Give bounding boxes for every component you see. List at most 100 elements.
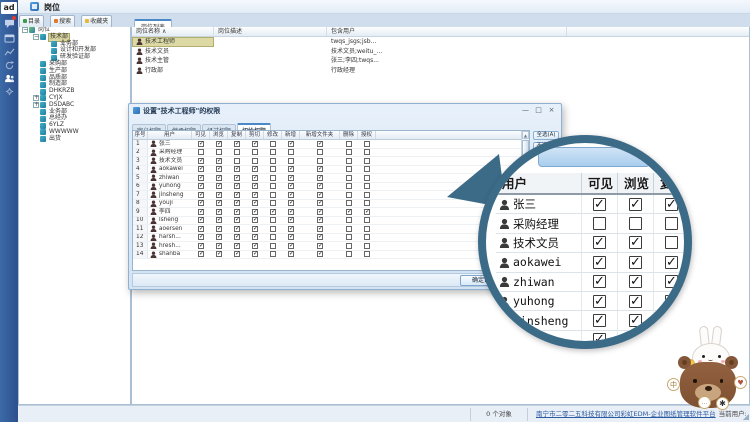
perm-checkbox[interactable]: [252, 149, 258, 155]
perm-checkbox[interactable]: [234, 158, 240, 164]
column-header[interactable]: 可见: [192, 131, 210, 139]
position-row[interactable]: 技术工程师twqs_jsgs;jsb...: [132, 37, 749, 47]
perm-checkbox[interactable]: [346, 183, 352, 189]
tree-item[interactable]: −总经办: [19, 115, 130, 122]
perm-checkbox[interactable]: [270, 141, 276, 147]
column-header[interactable]: 序号: [133, 131, 148, 139]
perm-checkbox[interactable]: [317, 217, 323, 223]
perm-checkbox[interactable]: [364, 192, 370, 198]
perm-checkbox[interactable]: [317, 243, 323, 249]
perm-checkbox[interactable]: [234, 183, 240, 189]
tree-item[interactable]: −业务部: [19, 109, 130, 116]
perm-checkbox[interactable]: [252, 209, 258, 215]
perm-checkbox[interactable]: [234, 141, 240, 147]
perm-checkbox[interactable]: [288, 166, 294, 172]
panel-icon[interactable]: [0, 32, 18, 44]
permission-row[interactable]: 13hresh...: [133, 242, 529, 251]
dots-badge[interactable]: …: [698, 396, 711, 409]
scroll-up-icon[interactable]: ▲: [522, 131, 529, 139]
perm-checkbox[interactable]: [364, 166, 370, 172]
perm-checkbox[interactable]: [234, 166, 240, 172]
perm-checkbox[interactable]: [234, 209, 240, 215]
tab-favorites[interactable]: 收藏夹: [81, 15, 112, 27]
perm-checkbox[interactable]: [270, 192, 276, 198]
perm-checkbox[interactable]: [234, 175, 240, 181]
perm-checkbox[interactable]: [346, 158, 352, 164]
perm-checkbox[interactable]: [317, 209, 323, 215]
perm-checkbox[interactable]: [317, 175, 323, 181]
perm-checkbox[interactable]: [252, 175, 258, 181]
perm-checkbox[interactable]: [252, 158, 258, 164]
perm-checkbox[interactable]: [288, 226, 294, 232]
perm-checkbox[interactable]: [234, 200, 240, 206]
coin-badge[interactable]: 中: [667, 378, 680, 391]
column-header[interactable]: 新增文件夹: [300, 131, 340, 139]
perm-checkbox[interactable]: [288, 183, 294, 189]
perm-checkbox[interactable]: [364, 158, 370, 164]
perm-checkbox[interactable]: [270, 183, 276, 189]
perm-checkbox[interactable]: [234, 217, 240, 223]
perm-checkbox[interactable]: [346, 200, 352, 206]
perm-checkbox[interactable]: [198, 192, 204, 198]
perm-checkbox[interactable]: [198, 175, 204, 181]
heart-badge[interactable]: ♥: [734, 376, 747, 389]
perm-checkbox[interactable]: [216, 183, 222, 189]
perm-checkbox[interactable]: [364, 183, 370, 189]
column-header-desc[interactable]: 岗位描述: [214, 27, 327, 36]
desktop-pet[interactable]: 中 ♥ … ✱: [670, 326, 750, 416]
perm-checkbox[interactable]: [234, 192, 240, 198]
perm-checkbox[interactable]: [216, 234, 222, 240]
perm-checkbox[interactable]: [234, 226, 240, 232]
perm-checkbox[interactable]: [364, 234, 370, 240]
refresh-icon[interactable]: [0, 59, 18, 71]
perm-checkbox[interactable]: [270, 217, 276, 223]
close-icon[interactable]: ×: [545, 105, 558, 115]
perm-checkbox[interactable]: [346, 251, 352, 257]
perm-checkbox[interactable]: [198, 217, 204, 223]
perm-checkbox[interactable]: [288, 149, 294, 155]
users-icon[interactable]: [0, 72, 18, 84]
perm-checkbox[interactable]: [270, 175, 276, 181]
tree-item[interactable]: −品质部: [19, 75, 130, 82]
perm-checkbox[interactable]: [216, 175, 222, 181]
perm-checkbox[interactable]: [252, 217, 258, 223]
perm-checkbox[interactable]: [270, 251, 276, 257]
perm-checkbox[interactable]: [270, 243, 276, 249]
tree-item[interactable]: −出货: [19, 136, 130, 143]
perm-checkbox[interactable]: [252, 183, 258, 189]
perm-checkbox[interactable]: [216, 226, 222, 232]
settings-gear-icon[interactable]: [0, 85, 18, 97]
perm-checkbox[interactable]: [252, 141, 258, 147]
app-logo[interactable]: ad: [1, 2, 17, 14]
perm-checkbox[interactable]: [216, 251, 222, 257]
perm-checkbox[interactable]: [364, 209, 370, 215]
column-header[interactable]: 授权: [358, 131, 376, 139]
perm-checkbox[interactable]: [346, 141, 352, 147]
perm-checkbox[interactable]: [252, 226, 258, 232]
perm-checkbox[interactable]: [317, 192, 323, 198]
perm-checkbox[interactable]: [364, 200, 370, 206]
perm-checkbox[interactable]: [346, 209, 352, 215]
perm-checkbox[interactable]: [346, 226, 352, 232]
perm-checkbox[interactable]: [317, 226, 323, 232]
perm-checkbox[interactable]: [317, 166, 323, 172]
perm-checkbox[interactable]: [252, 200, 258, 206]
tree-item[interactable]: +DSDABC: [19, 102, 130, 109]
perm-checkbox[interactable]: [198, 183, 204, 189]
tab-directory[interactable]: 目录: [19, 15, 44, 27]
perm-checkbox[interactable]: [346, 192, 352, 198]
perm-checkbox[interactable]: [288, 251, 294, 257]
perm-checkbox[interactable]: [364, 175, 370, 181]
gear-badge[interactable]: ✱: [716, 397, 729, 410]
perm-checkbox[interactable]: [288, 217, 294, 223]
perm-checkbox[interactable]: [317, 200, 323, 206]
minimize-button[interactable]: —: [519, 105, 532, 115]
maximize-button[interactable]: □: [532, 105, 545, 115]
chart-icon[interactable]: [0, 46, 18, 58]
permission-row[interactable]: 1张三: [133, 140, 529, 149]
perm-checkbox[interactable]: [364, 149, 370, 155]
permission-row[interactable]: 12harsh...: [133, 234, 529, 243]
perm-checkbox[interactable]: [198, 149, 204, 155]
perm-checkbox[interactable]: [288, 141, 294, 147]
perm-checkbox[interactable]: [364, 243, 370, 249]
